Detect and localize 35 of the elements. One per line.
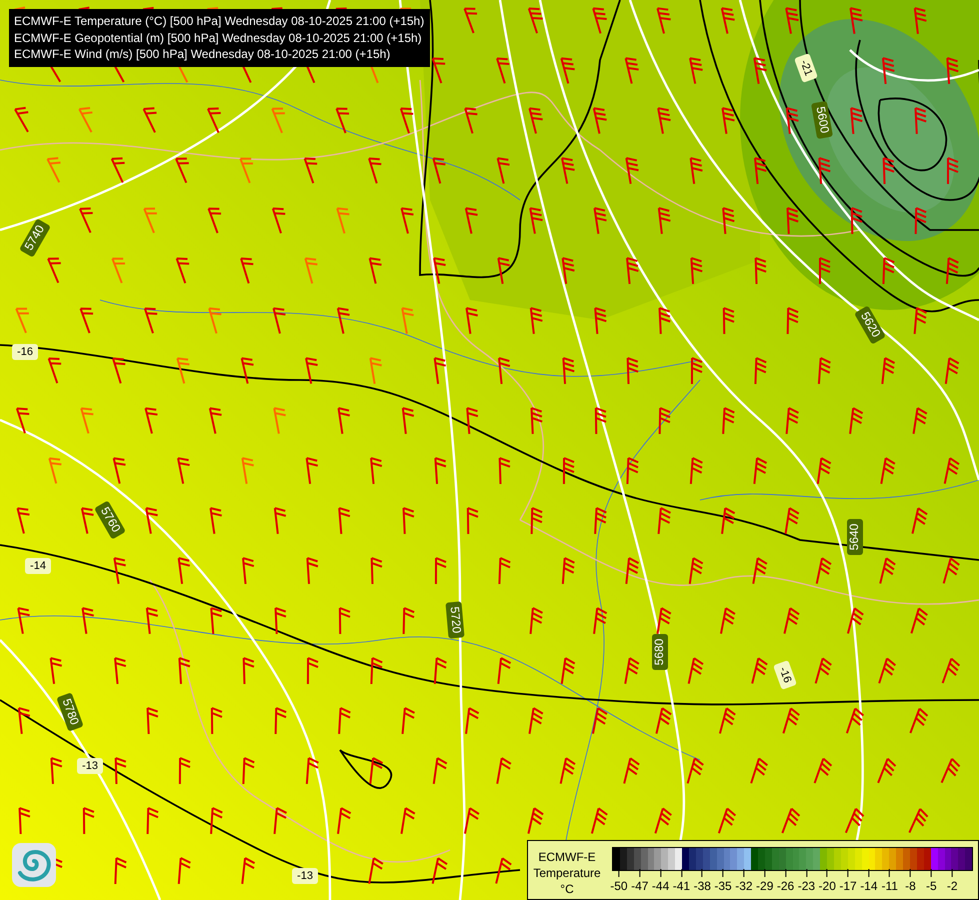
temperature-contour-label: -21 [798,58,814,78]
geopotential-contour-label: 5600 [814,106,832,134]
legend-model: ECMWF-E [538,849,596,865]
scale-tick-label: -2 [946,879,958,893]
scale-tick-label: -17 [839,879,857,893]
geopotential-contour-label: 5720 [448,606,464,634]
map-title-line: ECMWF-E Temperature (°C) [500 hPa] Wednesday 08-10-2025 21:00 (+15h) [14,13,424,30]
temperature-contour-label: -14 [30,560,46,572]
scale-tick-label: -11 [881,879,898,893]
temperature-contour-label: -16 [776,665,794,684]
scale-tick-label: -50 [610,879,628,893]
scale-tick-label: -29 [756,879,774,893]
map-title-line: ECMWF-E Wind (m/s) [500 hPa] Wednesday 08-10-2025 21:00 (+15h) [14,46,392,62]
scale-tick-label: -35 [714,879,732,893]
geopotential-contour-label: 5680 [652,638,666,666]
scale-tick-label: -32 [735,879,753,893]
scale-tick-label: -47 [631,879,648,893]
scale-tick-label: -44 [652,879,670,893]
scale-tick-label: -26 [776,879,794,893]
temperature-contour-label: -16 [17,346,33,358]
scale-tick-label: -14 [860,879,878,893]
swirl-logo-icon [12,843,56,887]
temperature-contour-label: -13 [82,760,98,772]
scale-tick-label: -38 [694,879,711,893]
scale-tick-label: -20 [818,879,836,893]
scale-tick-label: -23 [798,879,816,893]
geopotential-contour-label: 5780 [60,696,82,727]
temperature-contour-label: -13 [297,870,313,882]
legend-unit: °C [560,881,574,897]
map-title-line: ECMWF-E Geopotential (m) [500 hPa] Wednesday 08-10-2025 21:00 (+15h) [14,30,423,46]
scale-tick-label: -41 [672,879,690,893]
scale-tick-label: -5 [926,879,937,893]
legend-variable: Temperature [533,865,601,881]
scale-tick-label: -8 [905,879,916,893]
geopotential-contour-label: 5640 [847,524,862,550]
